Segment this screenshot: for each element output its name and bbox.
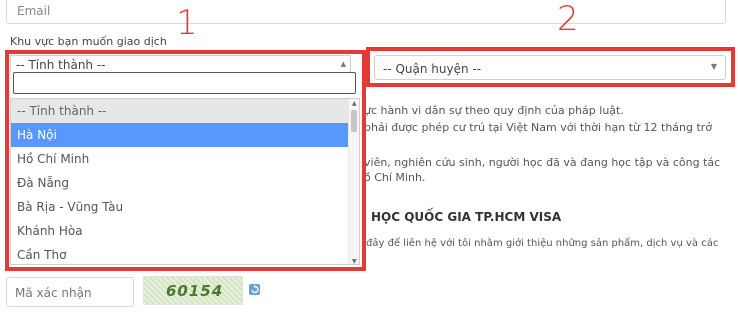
captcha-input[interactable]: Mã xác nhận (6, 277, 134, 307)
scrollbar-thumb[interactable] (351, 110, 357, 132)
background-text-line: ồ Chí Minh. (364, 171, 426, 184)
province-search-input[interactable] (13, 72, 356, 94)
background-text-line: ực hành vi dân sự theo quy định của pháp… (364, 104, 624, 117)
email-placeholder: Email (17, 4, 51, 18)
background-text-line: đây để liên hệ với tôi nhằm giới thiệu n… (366, 238, 719, 249)
chevron-up-icon: ▲ (340, 60, 346, 68)
annotation-number-1: 1 (176, 3, 198, 43)
dropdown-option[interactable]: Hà Nội (11, 123, 349, 147)
chevron-down-icon: ▼ (710, 62, 717, 71)
dropdown-option[interactable]: Khánh Hòa (11, 219, 349, 243)
captcha-code: 60154 (166, 282, 224, 300)
background-text-line: phải được phép cư trú tại Việt Nam với t… (364, 121, 713, 134)
province-select-value: -- Tỉnh thành -- (16, 58, 106, 72)
background-text-line: viên, nghiên cứu sinh, người học đã và đ… (364, 156, 721, 169)
annotation-number-2: 2 (557, 0, 579, 39)
district-select[interactable]: -- Quận huyện -- ▼ (374, 55, 726, 80)
captcha-image: 60154 (143, 276, 243, 305)
scroll-up-icon[interactable]: ▲ (352, 100, 357, 107)
scroll-down-icon[interactable]: ▼ (352, 258, 357, 264)
section-heading: HỌC QUỐC GIA TP.HCM VISA (371, 210, 562, 224)
district-select-value: -- Quận huyện -- (383, 62, 482, 76)
captcha-placeholder: Mã xác nhận (15, 286, 92, 300)
dropdown-option[interactable]: Hồ Chí Minh (11, 147, 349, 171)
province-select[interactable]: -- Tỉnh thành -- ▲ (10, 55, 351, 72)
region-label: Khu vực bạn muốn giao dịch (10, 35, 167, 48)
dropdown-option[interactable]: Đà Nẵng (11, 171, 349, 195)
dropdown-option[interactable]: -- Tỉnh thành -- (11, 99, 349, 123)
province-dropdown-list[interactable]: -- Tỉnh thành -- Hà Nội Hồ Chí Minh Đà N… (10, 98, 360, 265)
refresh-icon[interactable] (248, 283, 261, 296)
email-field[interactable]: Email (6, 0, 726, 24)
dropdown-scrollbar[interactable]: ▲ ▼ (348, 99, 359, 264)
dropdown-option[interactable]: Bà Rịa - Vũng Tàu (11, 195, 349, 219)
dropdown-option[interactable]: Cần Thơ (11, 243, 349, 264)
